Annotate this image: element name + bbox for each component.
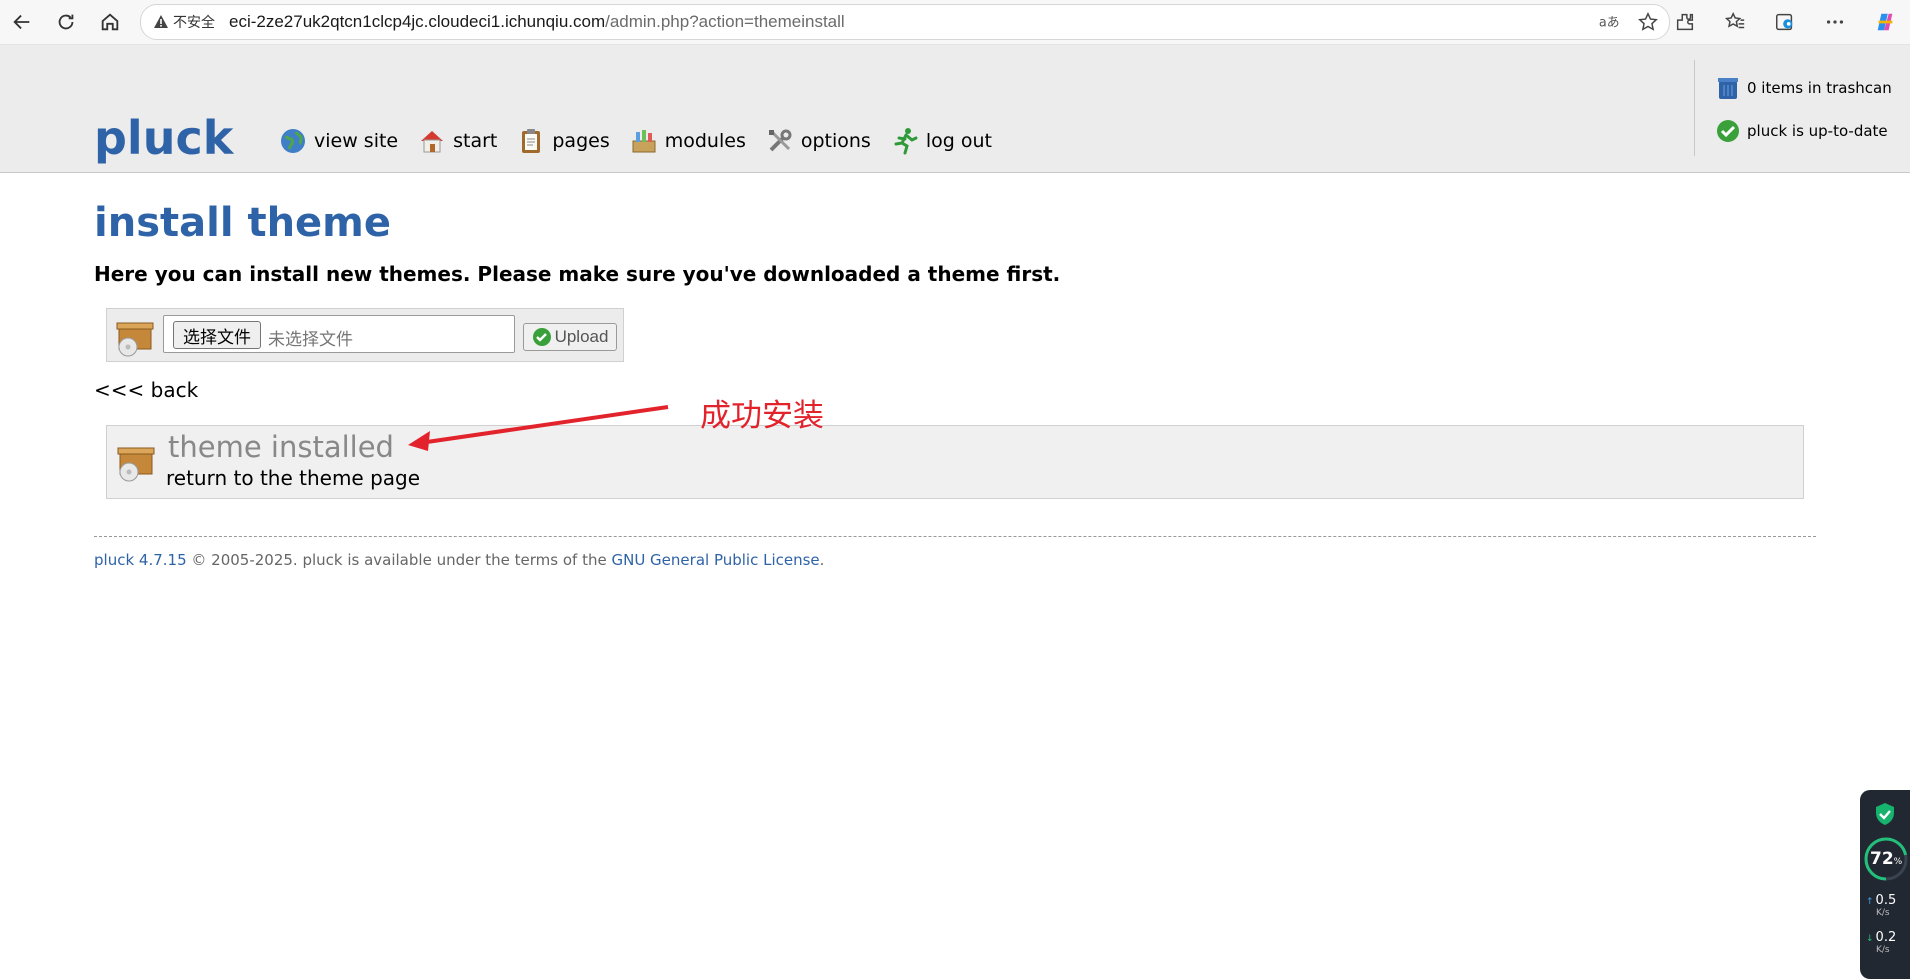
refresh-icon[interactable] — [52, 8, 80, 36]
update-status[interactable]: pluck is up-to-date — [1715, 118, 1888, 144]
browser-toolbar: 不安全 eci-2ze27uk2qtcn1clcp4jc.cloudeci1.i… — [0, 0, 1910, 45]
running-man-icon — [894, 128, 918, 155]
network-monitor-widget[interactable]: 72% ↑ 0.5 K/s ↓ 0.2 K/s — [1860, 790, 1910, 979]
license-link[interactable]: GNU General Public License — [611, 551, 819, 569]
page-title: install theme — [94, 200, 391, 246]
trashcan-status-text: 0 items in trashcan — [1747, 79, 1892, 97]
admin-header: pluck view site start pages modules opti… — [0, 45, 1910, 173]
theme-package-icon — [116, 322, 154, 357]
modules-icon — [632, 130, 656, 153]
check-circle-icon — [1717, 120, 1739, 142]
annotation-arrow — [408, 405, 669, 451]
home-icon — [421, 131, 444, 153]
menu-start[interactable]: start — [418, 127, 497, 155]
footer-divider — [94, 536, 1816, 537]
tools-icon — [768, 129, 792, 152]
warning-icon — [154, 15, 168, 28]
menu-view-site-label: view site — [314, 130, 399, 152]
menu-log-out[interactable]: log out — [891, 127, 992, 155]
pluck-logo[interactable]: pluck — [94, 111, 233, 165]
address-bar[interactable]: 不安全 eci-2ze27uk2qtcn1clcp4jc.cloudeci1.i… — [140, 4, 1670, 40]
admin-menu: view site start pages modules options lo… — [279, 127, 1012, 155]
globe-icon — [281, 129, 305, 153]
annotation-text: 成功安装 — [700, 398, 824, 434]
back-link[interactable]: <<< back — [94, 378, 198, 402]
favorite-star-icon[interactable] — [1637, 11, 1659, 33]
return-to-theme-link[interactable]: return to the theme page — [166, 466, 420, 490]
choose-file-button[interactable]: 选择文件 — [173, 321, 261, 349]
extensions-icon[interactable] — [1660, 8, 1710, 36]
footer: pluck 4.7.15 © 2005-2025. pluck is avail… — [94, 551, 824, 569]
menu-options[interactable]: options — [766, 127, 871, 155]
upload-speed: ↑ 0.5 K/s — [1866, 893, 1897, 918]
theme-file-input[interactable]: 选择文件 未选择文件 — [163, 315, 515, 353]
upload-check-icon — [532, 328, 551, 346]
back-icon[interactable] — [8, 8, 36, 36]
intro-text: Here you can install new themes. Please … — [94, 262, 1061, 286]
cpu-percent: 72% — [1870, 849, 1903, 869]
success-message: theme installed return to the theme page — [106, 425, 1804, 499]
menu-modules-label: modules — [664, 130, 746, 152]
upload-button[interactable]: Upload — [523, 323, 617, 351]
home-browser-icon[interactable] — [96, 8, 124, 36]
update-status-text: pluck is up-to-date — [1747, 122, 1888, 140]
menu-view-site[interactable]: view site — [279, 127, 398, 155]
favorites-icon[interactable] — [1710, 8, 1760, 36]
upload-button-label: Upload — [554, 327, 609, 346]
menu-options-label: options — [800, 130, 871, 152]
footer-end: . — [819, 551, 825, 569]
menu-modules[interactable]: modules — [630, 127, 746, 155]
menu-log-out-label: log out — [925, 130, 992, 152]
url-host: eci-2ze27uk2qtcn1clcp4jc.cloudeci1.ichun… — [229, 12, 606, 31]
url-path: /admin.php?action=themeinstall — [605, 12, 845, 31]
more-menu-icon[interactable] — [1810, 8, 1860, 36]
security-indicator[interactable]: 不安全 — [153, 12, 215, 32]
menu-pages-label: pages — [552, 130, 610, 152]
clipboard-icon — [522, 129, 541, 153]
no-file-text: 未选择文件 — [268, 330, 353, 349]
menu-pages[interactable]: pages — [517, 127, 610, 155]
theme-upload-form: 选择文件 未选择文件 Upload — [106, 308, 624, 362]
success-title: theme installed — [168, 430, 394, 464]
read-aloud-icon[interactable]: aあ — [1597, 11, 1619, 33]
edge-collections-icon[interactable] — [1760, 8, 1810, 36]
version-link[interactable]: pluck 4.7.15 — [94, 551, 187, 569]
theme-package-icon — [117, 447, 155, 482]
svg-text:aあ: aあ — [1599, 16, 1619, 31]
shield-check-icon — [1876, 803, 1894, 825]
footer-text: © 2005-2025. pluck is available under th… — [186, 551, 612, 569]
menu-start-label: start — [453, 130, 498, 152]
trashcan-status[interactable]: 0 items in trashcan — [1715, 75, 1892, 101]
copilot-icon[interactable] — [1860, 8, 1910, 36]
trashcan-icon — [1718, 78, 1738, 99]
status-panel: 0 items in trashcan pluck is up-to-date — [1694, 60, 1910, 156]
security-label: 不安全 — [173, 14, 215, 30]
download-speed: ↓ 0.2 K/s — [1866, 930, 1897, 955]
